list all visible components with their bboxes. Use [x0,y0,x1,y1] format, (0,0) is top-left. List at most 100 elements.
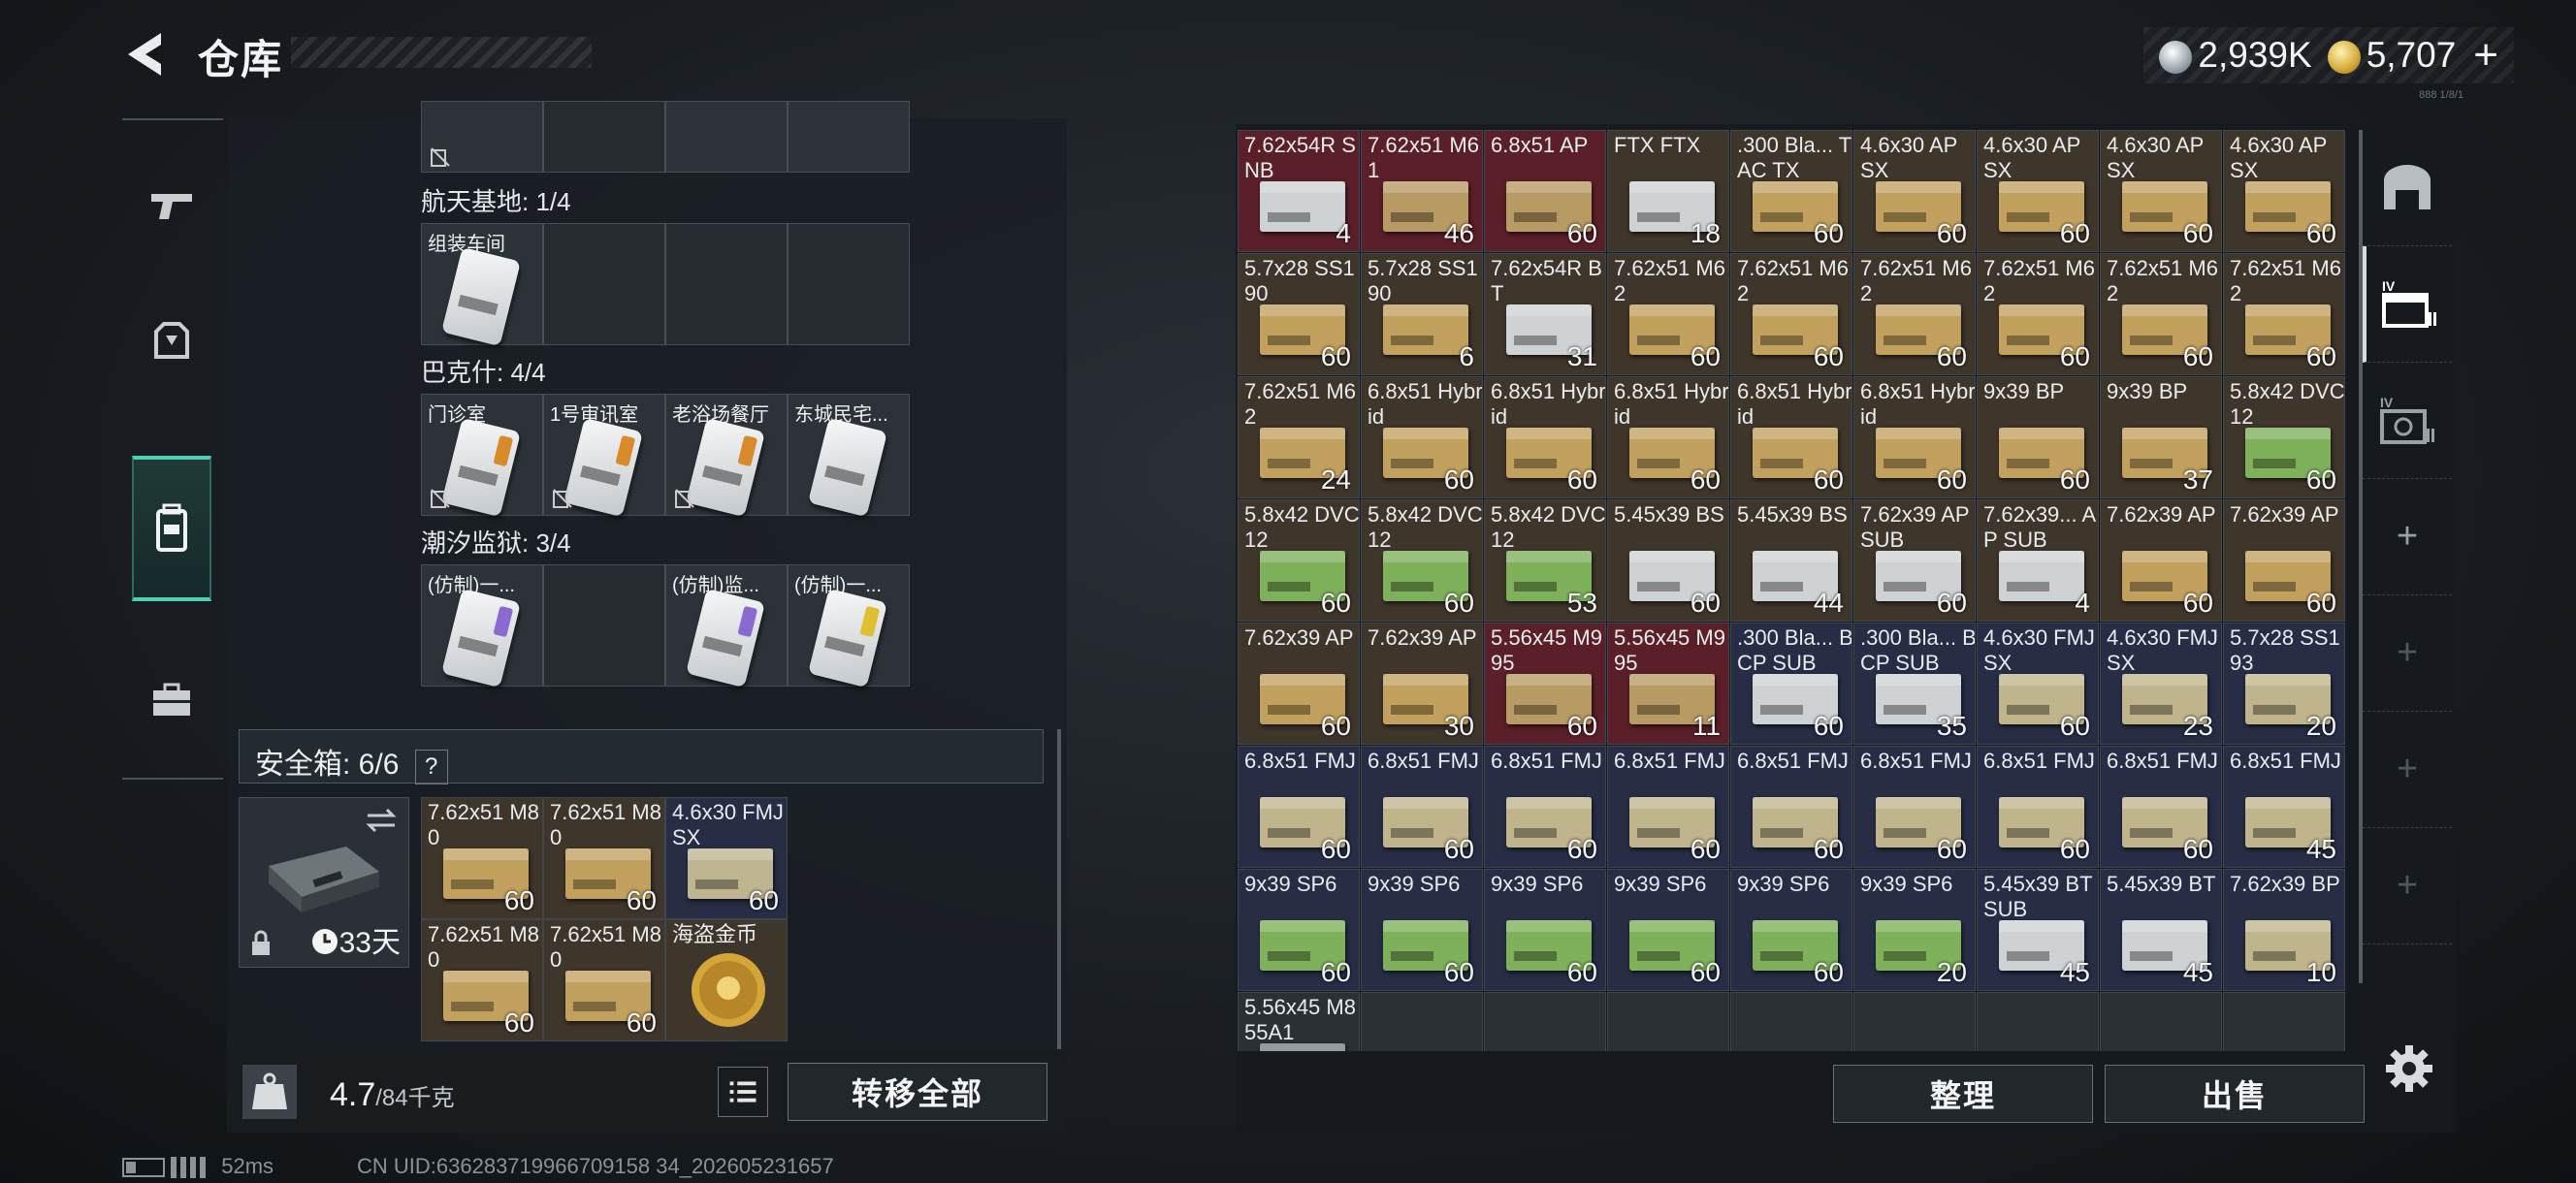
safe-item[interactable]: 7.62x51 M80 60 [421,797,543,919]
stash-item[interactable]: 6.8x51 FMJ 45 [2223,746,2345,868]
stash-item[interactable] [1977,992,2099,1051]
stash-item[interactable]: 9x39 BP 60 [1977,376,2099,498]
keycard-slot[interactable]: 1号审讯室 [543,394,665,518]
back-arrow-icon[interactable] [122,29,167,80]
stash-item[interactable]: 9x39 SP6 60 [1607,869,1729,991]
stash-item[interactable]: 5.45x39 BS 44 [1730,499,1852,622]
tab-stash-iv-2[interactable]: IV [2363,363,2452,479]
safe-item[interactable]: 7.62x51 M80 60 [421,919,543,1041]
safe-item[interactable]: 海盗金币 [665,919,788,1041]
stash-item[interactable]: 9x39 SP6 60 [1484,869,1606,991]
nav-armor[interactable] [132,291,211,392]
stash-item[interactable]: 6.8x51 Hybrid 60 [1484,376,1606,498]
stash-item[interactable]: 7.62x51 M62 24 [1238,376,1360,498]
stash-item[interactable]: 6.8x51 FMJ 60 [1607,746,1729,868]
keycard-slot[interactable] [788,101,910,173]
stash-item[interactable]: 6.8x51 Hybrid 60 [1361,376,1483,498]
add-stash-tab[interactable]: + [2363,595,2452,712]
stash-item[interactable]: 5.8x42 DVC12 53 [1484,499,1606,622]
stash-item[interactable]: .300 Bla... BCP SUB 35 [1853,623,1976,745]
tab-storage[interactable] [2363,130,2452,246]
sell-button[interactable]: 出售 [2105,1065,2365,1123]
stash-item[interactable]: 5.8x42 DVC12 60 [1238,499,1360,622]
stash-item[interactable]: 7.62x54R SNB 4 [1238,130,1360,252]
left-scrollbar[interactable] [1057,729,1061,1049]
safe-item[interactable]: 7.62x51 M80 60 [543,797,665,919]
keycard-slot[interactable] [788,223,910,345]
stash-item[interactable]: FTX FTX 18 [1607,130,1729,252]
stash-item[interactable]: 6.8x51 FMJ 60 [1484,746,1606,868]
stash-item[interactable]: 5.8x42 DVC12 60 [1361,499,1483,622]
stash-item[interactable]: 9x39 SP6 60 [1361,869,1483,991]
keycard-slot[interactable]: 组装车间 [421,223,543,347]
stash-item[interactable] [1853,992,1976,1051]
stash-item[interactable]: 7.62x39 AP 30 [1361,623,1483,745]
keycard-slot[interactable] [665,223,788,345]
stash-item[interactable]: 7.62x39 AP 60 [2223,499,2345,622]
stash-item[interactable]: 4.6x30 AP SX 60 [2100,130,2222,252]
stash-item[interactable] [2100,992,2222,1051]
stash-item[interactable]: .300 Bla... TAC TX 60 [1730,130,1852,252]
stash-item[interactable]: 6.8x51 FMJ 60 [1730,746,1852,868]
stash-item[interactable]: 7.62x39 AP 60 [1238,623,1360,745]
keycard-slot[interactable]: 门诊室 [421,394,543,518]
stash-item[interactable]: 5.45x39 BT SUB 45 [1977,869,2099,991]
nav-case[interactable] [132,650,211,751]
safe-item[interactable]: 4.6x30 FMJ SX 60 [665,797,788,919]
tab-stash-iv[interactable]: IV [2363,246,2452,363]
stash-item[interactable]: 7.62x51 M61 46 [1361,130,1483,252]
stash-item[interactable]: 7.62x51 M62 60 [1730,253,1852,375]
safe-container-slot[interactable]: 33天 [239,797,409,968]
stash-item[interactable]: 6.8x51 AP 60 [1484,130,1606,252]
stash-item[interactable]: 5.8x42 DVC12 60 [2223,376,2345,498]
stash-item[interactable]: 9x39 SP6 60 [1730,869,1852,991]
stash-item[interactable]: 5.7x28 SS190 60 [1238,253,1360,375]
stash-item[interactable]: 4.6x30 AP SX 60 [1853,130,1976,252]
swap-icon[interactable] [364,806,399,835]
stash-item[interactable]: 7.62x51 M62 60 [1853,253,1976,375]
nav-weapons[interactable] [132,155,211,256]
stash-item[interactable]: 4.6x30 FMJ SX 60 [1977,623,2099,745]
stash-item[interactable]: 7.62x51 M62 60 [2100,253,2222,375]
keycard-slot[interactable] [665,101,788,173]
stash-item[interactable] [1361,992,1483,1051]
stash-item[interactable]: 6.8x51 FMJ 60 [2100,746,2222,868]
stash-item[interactable]: 6.8x51 FMJ 60 [1977,746,2099,868]
keycard-slot[interactable]: (仿制)监... [665,564,788,688]
stash-item[interactable]: 5.56x45 M995 11 [1607,623,1729,745]
stash-item[interactable] [1730,992,1852,1051]
stash-item[interactable]: 7.62x51 M62 60 [1977,253,2099,375]
stash-item[interactable]: 6.8x51 FMJ 60 [1853,746,1976,868]
help-button[interactable]: ? [414,750,448,784]
stash-item[interactable] [1607,992,1729,1051]
keycard-slot[interactable] [421,101,543,173]
add-currency-button[interactable]: + [2473,31,2498,80]
add-stash-tab[interactable]: + [2363,479,2452,595]
keycard-slot[interactable]: (仿制)一... [788,564,910,688]
stash-item[interactable]: 7.62x39 BP 10 [2223,869,2345,991]
keycard-slot[interactable] [543,223,665,345]
stash-item[interactable]: 4.6x30 FMJ SX 23 [2100,623,2222,745]
safe-item[interactable]: 7.62x51 M80 60 [543,919,665,1041]
stash-item[interactable]: 6.8x51 FMJ 60 [1361,746,1483,868]
stash-item[interactable]: 5.56x45 M855A1 [1238,992,1360,1051]
stash-item[interactable]: .300 Bla... BCP SUB 60 [1730,623,1852,745]
sort-button[interactable]: 整理 [1833,1065,2093,1123]
keycard-slot[interactable] [543,101,665,173]
stash-item[interactable]: 7.62x39... AP SUB 4 [1977,499,2099,622]
keycard-slot[interactable] [543,564,665,687]
transfer-all-button[interactable]: 转移全部 [788,1063,1047,1121]
nav-backpack[interactable] [132,456,211,601]
stash-item[interactable]: 4.6x30 AP SX 60 [2223,130,2345,252]
stash-item[interactable]: 7.62x39 AP SUB 60 [1853,499,1976,622]
stash-item[interactable]: 7.62x39 AP 60 [2100,499,2222,622]
list-view-button[interactable] [718,1067,768,1117]
stash-item[interactable] [2223,992,2345,1051]
add-stash-tab[interactable]: + [2363,828,2452,944]
add-stash-tab[interactable]: + [2363,712,2452,828]
keycard-slot[interactable]: 老浴场餐厅 [665,394,788,518]
stash-item[interactable]: 9x39 BP 37 [2100,376,2222,498]
keycard-slot[interactable]: 东城民宅... [788,394,910,518]
keycard-slot[interactable]: (仿制)一... [421,564,543,688]
stash-item[interactable]: 7.62x51 M62 60 [1607,253,1729,375]
